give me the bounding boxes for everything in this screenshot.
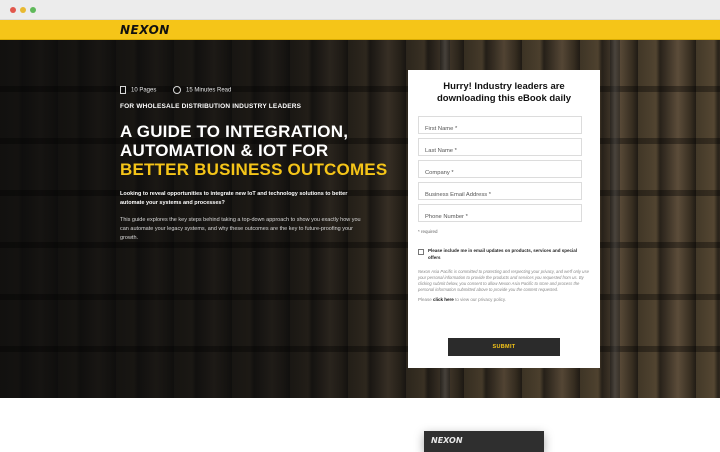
pages-meta: 10 Pages	[120, 86, 156, 94]
below-fold-section: NEXON	[0, 398, 720, 452]
required-note: * required	[418, 229, 438, 234]
read-time-meta: 15 Minutes Read	[173, 86, 231, 94]
last-name-field[interactable]	[418, 138, 582, 159]
headline-line-2: AUTOMATION & IOT FOR	[120, 141, 329, 160]
email-field[interactable]	[418, 182, 582, 203]
phone-field[interactable]	[418, 204, 582, 225]
company-input[interactable]	[419, 165, 581, 181]
lead-paragraph: Looking to reveal opportunities to integ…	[120, 191, 348, 206]
maximize-window-icon[interactable]	[30, 7, 36, 13]
privacy-suffix: to view our privacy policy.	[455, 297, 506, 302]
consent-checkbox[interactable]	[418, 249, 424, 255]
company-field[interactable]	[418, 160, 582, 181]
form-title: Hurry! Industry leaders are downloading …	[436, 81, 572, 104]
pages-count: 10 Pages	[131, 87, 157, 94]
clock-icon	[173, 86, 181, 94]
first-name-field[interactable]	[418, 116, 582, 137]
ebook-cover: NEXON	[424, 431, 544, 452]
privacy-policy-line: Please click here to view our privacy po…	[418, 297, 506, 302]
page-title: A GUIDE TO INTEGRATION, AUTOMATION & IOT…	[120, 122, 390, 179]
consent-label: Please include me in email updates on pr…	[428, 248, 578, 260]
site-header: NEXON	[0, 20, 720, 40]
privacy-prefix: Please	[418, 297, 432, 302]
headline-highlight: BETTER BUSINESS OUTCOMES	[120, 160, 388, 179]
first-name-input[interactable]	[419, 121, 581, 137]
email-input[interactable]	[419, 187, 581, 203]
close-window-icon[interactable]	[10, 7, 16, 13]
hero-section: 10 Pages 15 Minutes Read FOR WHOLESALE D…	[0, 40, 720, 398]
browser-chrome	[0, 0, 720, 20]
rack-beam	[610, 40, 620, 398]
last-name-input[interactable]	[419, 143, 581, 159]
minimize-window-icon[interactable]	[20, 7, 26, 13]
headline-line-1: A GUIDE TO INTEGRATION,	[120, 122, 349, 141]
download-form: Hurry! Industry leaders are downloading …	[408, 70, 600, 368]
submit-button[interactable]: SUBMIT	[448, 338, 560, 356]
privacy-statement: Nexon Asia Pacific is committed to prote…	[418, 269, 589, 292]
nexon-logo[interactable]: NEXON	[120, 23, 170, 37]
audience-kicker: FOR WHOLESALE DISTRIBUTION INDUSTRY LEAD…	[120, 103, 302, 110]
body-paragraph: This guide explores the key steps behind…	[120, 217, 361, 241]
ebook-logo: NEXON	[431, 436, 463, 445]
document-icon	[120, 86, 126, 94]
privacy-policy-link[interactable]: click here	[433, 297, 454, 302]
read-time: 15 Minutes Read	[186, 87, 232, 94]
phone-input[interactable]	[419, 209, 581, 225]
